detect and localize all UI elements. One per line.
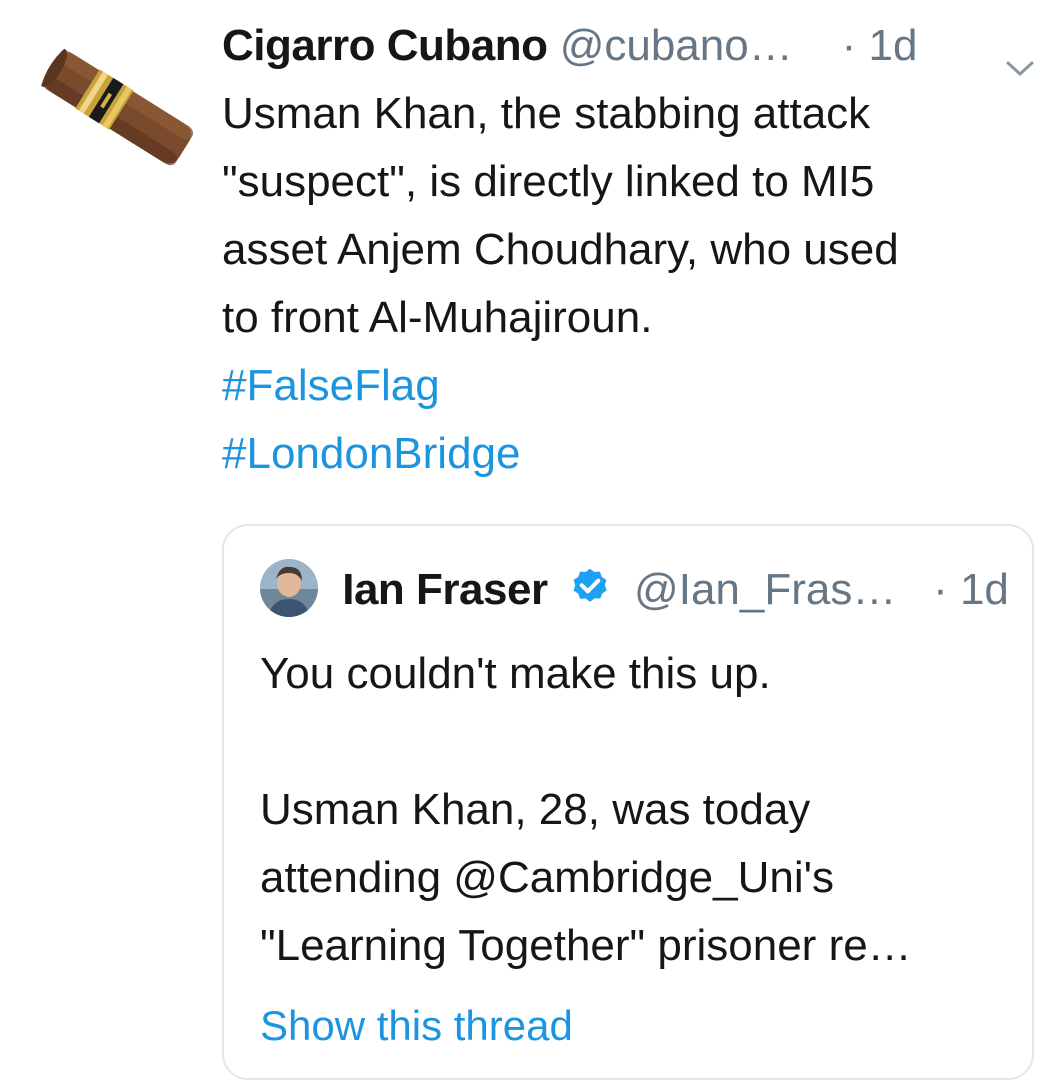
tweet-header: Cigarro Cubano @cubano… · 1d (222, 12, 1034, 80)
time-separator: · (841, 21, 857, 70)
tweet-time[interactable]: 1d (869, 21, 918, 70)
tweet-content: Cigarro Cubano @cubano… · 1d Usman Khan,… (222, 12, 1034, 488)
quoted-author-handle: @Ian_Fras… (634, 565, 897, 614)
quoted-tweet-text: You couldn't make this up. Usman Khan, 2… (260, 649, 912, 970)
quoted-tweet-time: 1d (959, 565, 1009, 614)
chevron-down-icon[interactable] (1002, 34, 1038, 76)
verified-badge-icon (568, 566, 612, 610)
hashtag-link[interactable]: #LondonBridge (222, 420, 520, 488)
quoted-time-separator: · (933, 565, 948, 614)
quoted-tweet-header: Ian Fraser @Ian_Fras… · 1d (260, 559, 1009, 620)
tweet[interactable]: Cigarro Cubano @cubano… · 1d Usman Khan,… (0, 0, 1038, 1087)
author-name[interactable]: Cigarro Cubano (222, 21, 548, 70)
quoted-tweet[interactable]: Ian Fraser @Ian_Fras… · 1d You couldn't … (222, 524, 1034, 1080)
hashtag-link[interactable]: #FalseFlag (222, 352, 440, 420)
quoted-author-avatar (260, 559, 318, 618)
tweet-text: Usman Khan, the stabbing attack "suspect… (222, 89, 899, 342)
author-handle[interactable]: @cubano… (560, 21, 793, 70)
quoted-author-name: Ian Fraser (342, 565, 548, 614)
show-thread-link[interactable]: Show this thread (260, 996, 573, 1056)
cigar-avatar[interactable] (38, 28, 198, 188)
